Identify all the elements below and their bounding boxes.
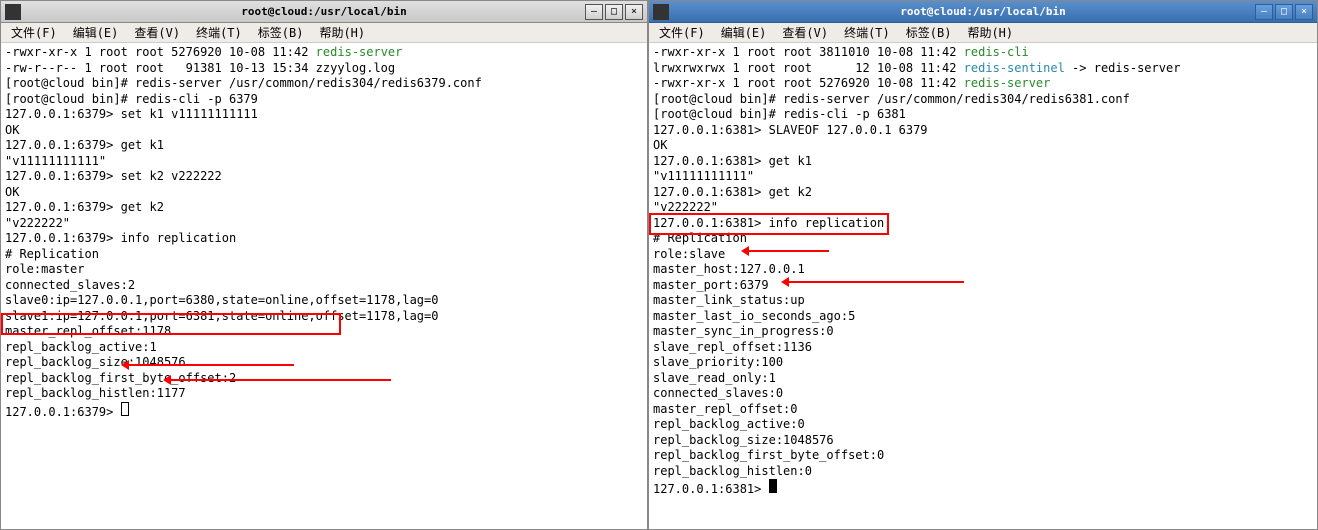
terminal-line: [root@cloud bin]# redis-server /usr/comm…: [5, 76, 643, 92]
menu-terminal[interactable]: 终端(T): [190, 22, 248, 43]
terminal-line: repl_backlog_first_byte_offset:0: [653, 448, 1313, 464]
menu-tabs[interactable]: 标签(B): [252, 22, 310, 43]
terminal-line: repl_backlog_size:1048576: [5, 355, 643, 371]
terminal-line: [root@cloud bin]# redis-cli -p 6379: [5, 92, 643, 108]
menu-file[interactable]: 文件(F): [5, 22, 63, 43]
terminal-line: [root@cloud bin]# redis-cli -p 6381: [653, 107, 1313, 123]
menu-view[interactable]: 查看(V): [776, 22, 834, 43]
terminal-line: master_repl_offset:0: [653, 402, 1313, 418]
terminal-line: slave_read_only:1: [653, 371, 1313, 387]
terminal-line: repl_backlog_active:0: [653, 417, 1313, 433]
terminal-icon: [653, 4, 669, 20]
minimize-button[interactable]: –: [585, 4, 603, 20]
title-bar[interactable]: root@cloud:/usr/local/bin – □ ×: [1, 1, 647, 23]
terminal-line: -rwxr-xr-x 1 root root 5276920 10-08 11:…: [5, 45, 643, 61]
terminal-line: 127.0.0.1:6381> get k2: [653, 185, 1313, 201]
terminal-line: master_repl_offset:1178: [5, 324, 643, 340]
terminal-output[interactable]: -rwxr-xr-x 1 root root 5276920 10-08 11:…: [1, 43, 647, 529]
terminal-line: master_host:127.0.0.1: [653, 262, 1313, 278]
menu-file[interactable]: 文件(F): [653, 22, 711, 43]
maximize-button[interactable]: □: [605, 4, 623, 20]
terminal-line: slave_priority:100: [653, 355, 1313, 371]
terminal-line: [root@cloud bin]# redis-server /usr/comm…: [653, 92, 1313, 108]
terminal-line: master_last_io_seconds_ago:5: [653, 309, 1313, 325]
title-bar[interactable]: root@cloud:/usr/local/bin – □ ×: [649, 1, 1317, 23]
terminal-window-right: root@cloud:/usr/local/bin – □ × 文件(F) 编辑…: [648, 0, 1318, 530]
menu-terminal[interactable]: 终端(T): [838, 22, 896, 43]
terminal-line: -rwxr-xr-x 1 root root 5276920 10-08 11:…: [653, 76, 1313, 92]
terminal-line: 127.0.0.1:6381>: [653, 479, 1313, 498]
terminal-line: master_link_status:up: [653, 293, 1313, 309]
terminal-line: lrwxrwxrwx 1 root root 12 10-08 11:42 re…: [653, 61, 1313, 77]
window-controls: – □ ×: [1255, 4, 1313, 20]
terminal-output[interactable]: -rwxr-xr-x 1 root root 3811010 10-08 11:…: [649, 43, 1317, 529]
terminal-line: # Replication: [653, 231, 1313, 247]
terminal-line: role:slave: [653, 247, 1313, 263]
terminal-line: 127.0.0.1:6379> get k1: [5, 138, 643, 154]
terminal-line: 127.0.0.1:6379> set k1 v11111111111: [5, 107, 643, 123]
cursor: [769, 479, 777, 493]
terminal-line: connected_slaves:2: [5, 278, 643, 294]
terminal-line: "v11111111111": [653, 169, 1313, 185]
terminal-line: slave1:ip=127.0.0.1,port=6381,state=onli…: [5, 309, 643, 325]
terminal-line: repl_backlog_first_byte_offset:2: [5, 371, 643, 387]
menu-help[interactable]: 帮助(H): [961, 22, 1019, 43]
terminal-line: 127.0.0.1:6381> SLAVEOF 127.0.0.1 6379: [653, 123, 1313, 139]
terminal-icon: [5, 4, 21, 20]
terminal-line: OK: [5, 123, 643, 139]
menu-edit[interactable]: 编辑(E): [67, 22, 125, 43]
terminal-line: role:master: [5, 262, 643, 278]
menu-tabs[interactable]: 标签(B): [900, 22, 958, 43]
terminal-line: master_sync_in_progress:0: [653, 324, 1313, 340]
window-controls: – □ ×: [585, 4, 643, 20]
cursor: [121, 402, 129, 416]
terminal-line: "v222222": [653, 200, 1313, 216]
terminal-line: repl_backlog_active:1: [5, 340, 643, 356]
terminal-line: 127.0.0.1:6381> get k1: [653, 154, 1313, 170]
menu-help[interactable]: 帮助(H): [313, 22, 371, 43]
terminal-line: "v11111111111": [5, 154, 643, 170]
window-title: root@cloud:/usr/local/bin: [241, 5, 407, 18]
terminal-line: -rw-r--r-- 1 root root 91381 10-13 15:34…: [5, 61, 643, 77]
terminal-line: repl_backlog_size:1048576: [653, 433, 1313, 449]
terminal-line: 127.0.0.1:6379>: [5, 402, 643, 421]
terminal-line: OK: [653, 138, 1313, 154]
close-button[interactable]: ×: [625, 4, 643, 20]
terminal-line: connected_slaves:0: [653, 386, 1313, 402]
terminal-line: master_port:6379: [653, 278, 1313, 294]
maximize-button[interactable]: □: [1275, 4, 1293, 20]
window-title: root@cloud:/usr/local/bin: [900, 5, 1066, 18]
terminal-line: OK: [5, 185, 643, 201]
terminal-line: "v222222": [5, 216, 643, 232]
terminal-line: 127.0.0.1:6379> info replication: [5, 231, 643, 247]
terminal-window-left: root@cloud:/usr/local/bin – □ × 文件(F) 编辑…: [0, 0, 648, 530]
terminal-line: repl_backlog_histlen:0: [653, 464, 1313, 480]
terminal-line: slave_repl_offset:1136: [653, 340, 1313, 356]
menu-bar: 文件(F) 编辑(E) 查看(V) 终端(T) 标签(B) 帮助(H): [1, 23, 647, 43]
minimize-button[interactable]: –: [1255, 4, 1273, 20]
menu-edit[interactable]: 编辑(E): [715, 22, 773, 43]
terminal-line: 127.0.0.1:6379> set k2 v222222: [5, 169, 643, 185]
terminal-line: 127.0.0.1:6379> get k2: [5, 200, 643, 216]
terminal-line: 127.0.0.1:6381> info replication: [653, 216, 1313, 232]
terminal-line: -rwxr-xr-x 1 root root 3811010 10-08 11:…: [653, 45, 1313, 61]
menu-bar: 文件(F) 编辑(E) 查看(V) 终端(T) 标签(B) 帮助(H): [649, 23, 1317, 43]
terminal-line: repl_backlog_histlen:1177: [5, 386, 643, 402]
terminal-line: slave0:ip=127.0.0.1,port=6380,state=onli…: [5, 293, 643, 309]
terminal-line: # Replication: [5, 247, 643, 263]
menu-view[interactable]: 查看(V): [128, 22, 186, 43]
close-button[interactable]: ×: [1295, 4, 1313, 20]
